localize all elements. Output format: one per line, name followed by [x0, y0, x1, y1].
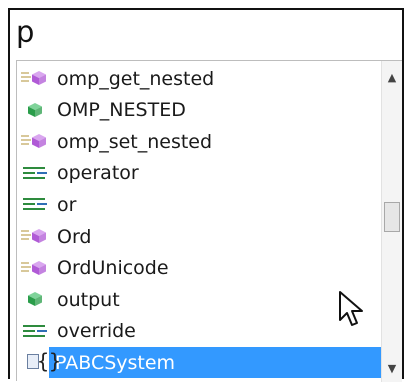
- scroll-up-button[interactable]: ▲: [382, 67, 402, 87]
- completion-item[interactable]: omp_get_nested: [17, 63, 382, 94]
- completion-item-label: omp_set_nested: [57, 130, 213, 153]
- scroll-thumb[interactable]: [384, 202, 400, 232]
- keyword-icon: [17, 189, 57, 220]
- completion-item-label: omp_get_nested: [57, 67, 215, 90]
- mouse-pointer-icon: [339, 291, 363, 326]
- completion-item-label: output: [57, 288, 120, 311]
- keyword-icon: [17, 316, 57, 347]
- completion-item[interactable]: omp_set_nested: [17, 126, 382, 157]
- completion-item[interactable]: override: [17, 316, 382, 347]
- completion-list[interactable]: omp_get_nested OMP_NESTED omp_set_nestedop…: [16, 60, 402, 382]
- completion-item[interactable]: OMP_NESTED: [17, 95, 382, 126]
- completion-item[interactable]: operator: [17, 158, 382, 189]
- completion-item[interactable]: OrdUnicode: [17, 253, 382, 284]
- completion-item-label: OrdUnicode: [57, 257, 169, 280]
- vertical-scrollbar[interactable]: ▲ ▼: [381, 61, 402, 382]
- completion-item-label: operator: [57, 162, 139, 185]
- constant-icon: [17, 284, 57, 315]
- method-icon: [17, 221, 57, 252]
- completion-item[interactable]: or: [17, 189, 382, 220]
- completion-item[interactable]: Ord: [17, 221, 382, 252]
- completion-item-label: PABCSystem: [55, 351, 176, 374]
- method-icon: [17, 126, 57, 157]
- completion-item[interactable]: {} PABCSystem: [27, 347, 382, 379]
- method-icon: [17, 63, 57, 94]
- completion-item-label: or: [57, 193, 77, 216]
- completion-item-label: OMP_NESTED: [57, 99, 186, 122]
- completion-item-label: override: [57, 320, 136, 343]
- completion-item[interactable]: output: [17, 284, 382, 315]
- method-icon: [17, 253, 57, 284]
- constant-icon: [17, 95, 57, 126]
- keyword-icon: [17, 158, 57, 189]
- scroll-down-button[interactable]: ▼: [382, 358, 402, 378]
- completion-item-label: Ord: [57, 225, 92, 248]
- search-input[interactable]: p: [16, 12, 34, 52]
